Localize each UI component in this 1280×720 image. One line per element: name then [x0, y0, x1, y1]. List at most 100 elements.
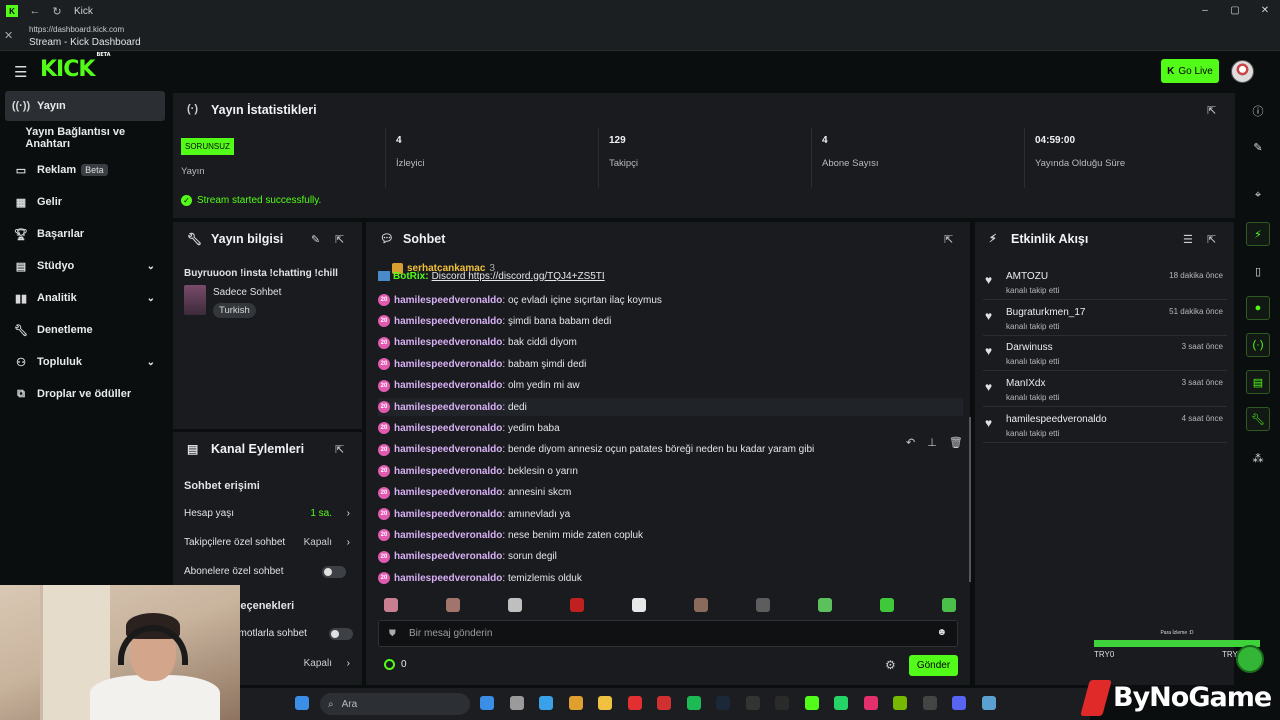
chat-username[interactable]: hamilespeedveronaldo [394, 466, 502, 477]
follower-name[interactable]: ManIXdx [1006, 378, 1045, 389]
address-bar[interactable]: ✕ https://dashboard.kick.com Stream - Ki… [0, 22, 1280, 51]
chat-scrollbar[interactable] [969, 417, 971, 582]
chat-username[interactable]: hamilespeedveronaldo [394, 573, 502, 584]
chat-username[interactable]: hamilespeedveronaldo [394, 359, 502, 370]
chat-username[interactable]: hamilespeedveronaldo [394, 423, 502, 434]
emote-icon[interactable] [756, 598, 770, 612]
emote-icon[interactable] [942, 598, 956, 612]
lightning-icon[interactable]: ⚡︎ [1246, 222, 1270, 246]
popout-icon[interactable]: ⇱ [944, 233, 953, 246]
emote-icon[interactable] [384, 598, 398, 612]
emotes-only-toggle[interactable] [329, 628, 353, 640]
sidebar-item-gelir[interactable]: ▦ Gelir [5, 187, 165, 217]
stats-icon[interactable]: ▤ [1246, 370, 1270, 394]
taskbar-app-icon[interactable] [922, 696, 937, 710]
category-thumbnail[interactable] [184, 285, 206, 315]
followers-only-row[interactable]: Takipçilere özel sohbet Kapalı › [184, 537, 354, 548]
chat-message[interactable]: 20 hamilespeedveronaldo: annesini skcm [378, 484, 963, 502]
emote-icon[interactable] [880, 598, 894, 612]
activity-item[interactable]: ♥ ManIXdx kanalı takip etti 3 saat önce [983, 373, 1227, 408]
follower-name[interactable]: Darwinuss [1006, 342, 1053, 353]
sidebar-item-studyo[interactable]: ▤ Stüdyo ⌄ [5, 251, 165, 281]
chat-bubble-icon[interactable]: ● [1246, 296, 1270, 320]
chat-username[interactable]: hamilespeedveronaldo [394, 316, 502, 327]
taskbar-app-icon[interactable] [952, 696, 966, 710]
chat-username[interactable]: hamilespeedveronaldo [394, 444, 502, 455]
wrench-icon[interactable]: 🔧︎ [1246, 407, 1270, 431]
chat-message[interactable]: 20 hamilespeedveronaldo: nese benim mide … [378, 526, 963, 544]
taskbar-app-icon[interactable] [657, 696, 671, 710]
info-icon[interactable]: ⓘ [1246, 99, 1270, 123]
hamburger-menu-icon[interactable]: ☰ [14, 63, 27, 81]
chat-username[interactable]: BotRix: [393, 271, 429, 282]
go-live-button[interactable]: K Go Live [1161, 59, 1219, 83]
emote-icon[interactable] [818, 598, 832, 612]
sidebar-item-denetleme[interactable]: 🔧︎ Denetleme [5, 315, 165, 345]
emote-icon[interactable] [632, 598, 646, 612]
chat-message[interactable]: 20 hamilespeedveronaldo: temizlemis olduk [378, 569, 963, 587]
chat-message[interactable]: 20 hamilespeedveronaldo: bak ciddi diyom [378, 334, 963, 352]
close-icon[interactable]: ✕ [4, 29, 13, 42]
chat-message[interactable]: 20 hamilespeedveronaldo: sorun degil [378, 548, 963, 566]
taskbar-app-icon[interactable] [686, 696, 701, 710]
broadcast-icon[interactable]: (·) [1246, 333, 1270, 357]
sidebar-item-topluluk[interactable]: ⚇ Topluluk ⌄ [5, 347, 165, 377]
activity-item[interactable]: ♥ hamilespeedveronaldo kanalı takip etti 4 … [983, 409, 1227, 443]
emote-icon[interactable] [446, 598, 460, 612]
follower-name[interactable]: hamilespeedveronaldo [1006, 414, 1107, 425]
popout-icon[interactable]: ⇱ [335, 233, 344, 246]
taskbar-app-icon[interactable] [745, 696, 760, 710]
chat-message[interactable]: 20 hamilespeedveronaldo: beklesin o yarın [378, 462, 963, 480]
chat-message[interactable]: 20 hamilespeedveronaldo: amınevladı ya [378, 505, 963, 523]
chat-input-box[interactable]: ⛊ ☻ [378, 620, 958, 647]
sidebar-item-yayin[interactable]: ((·)) Yayın [5, 91, 165, 121]
taskbar-app-icon[interactable] [893, 696, 907, 710]
chat-message[interactable]: 20 hamilespeedveronaldo: şimdi bana babam… [378, 312, 963, 330]
taskbar-app-icon[interactable] [834, 696, 848, 710]
chat-message[interactable]: 20 hamilespeedveronaldo: dedi [378, 398, 963, 416]
crosshair-icon[interactable]: ⌖ [1246, 183, 1270, 207]
chat-username[interactable]: hamilespeedveronaldo [394, 295, 502, 306]
chat-username[interactable]: hamilespeedveronaldo [394, 402, 502, 413]
edit-pencil-icon[interactable]: ✎ [1246, 135, 1270, 159]
reload-icon[interactable]: ↻ [46, 5, 68, 18]
emote-icon[interactable] [694, 598, 708, 612]
taskbar-app-icon[interactable] [480, 696, 494, 710]
popout-icon[interactable]: ⇱ [1207, 233, 1216, 246]
popout-icon[interactable]: ⇱ [335, 443, 344, 456]
taskbar-app-icon[interactable] [775, 696, 789, 710]
document-icon[interactable]: ▯ [1246, 259, 1270, 283]
activity-item[interactable]: ♥ Darwinuss kanalı takip etti 3 saat önce [983, 337, 1227, 372]
subs-only-toggle[interactable] [322, 566, 346, 578]
share-icon[interactable]: ⁂ [1246, 446, 1270, 470]
chat-text[interactable]: Discord https://discord.gg/TQJ4+ZS5TI [432, 271, 605, 282]
taskbar-app-icon[interactable] [568, 696, 583, 710]
chat-username[interactable]: hamilespeedveronaldo [394, 487, 502, 498]
chat-message[interactable]: 20 hamilespeedveronaldo: bende diyom anne… [378, 441, 963, 459]
popout-icon[interactable]: ⇱ [1207, 104, 1216, 117]
close-window-icon[interactable]: ✕ [1250, 0, 1280, 22]
chat-username[interactable]: hamilespeedveronaldo [394, 380, 502, 391]
account-age-row[interactable]: Hesap yaşı 1 sa. › [184, 508, 354, 519]
sidebar-item-stream-key[interactable]: Yayın Bağlantısı ve Anahtarı [5, 123, 165, 153]
emote-icon[interactable] [570, 598, 584, 612]
follower-name[interactable]: Bugraturkmen_17 [1006, 307, 1086, 318]
avatar[interactable] [1231, 60, 1254, 83]
edit-pencil-icon[interactable]: ✎ [311, 233, 320, 246]
chat-message[interactable]: 20 hamilespeedveronaldo: babam şimdi dedi [378, 355, 963, 373]
emote-icon[interactable] [508, 598, 522, 612]
chat-username[interactable]: hamilespeedveronaldo [394, 509, 502, 520]
taskbar-search[interactable]: ⌕ Ara [320, 693, 470, 715]
back-arrow-icon[interactable]: ← [24, 5, 46, 17]
taskbar-app-icon[interactable] [539, 696, 553, 710]
pin-icon[interactable]: ⊥ [927, 436, 937, 449]
trash-icon[interactable]: 🗑︎ [949, 436, 963, 449]
maximize-icon[interactable]: ▢ [1220, 0, 1250, 22]
emoji-icon[interactable]: ☻ [936, 627, 947, 638]
chat-message[interactable]: 20 hamilespeedveronaldo: oç evladı içine … [378, 291, 963, 309]
taskbar-app-icon[interactable] [627, 696, 642, 710]
sidebar-item-basarilar[interactable]: 🏆︎ Başarılar [5, 219, 165, 249]
taskbar-app-icon[interactable] [716, 696, 730, 710]
sidebar-item-analitik[interactable]: ▮▮ Analitik ⌄ [5, 283, 165, 313]
activity-item[interactable]: ♥ Bugraturkmen_17 kanalı takip etti 51 daki… [983, 302, 1227, 336]
